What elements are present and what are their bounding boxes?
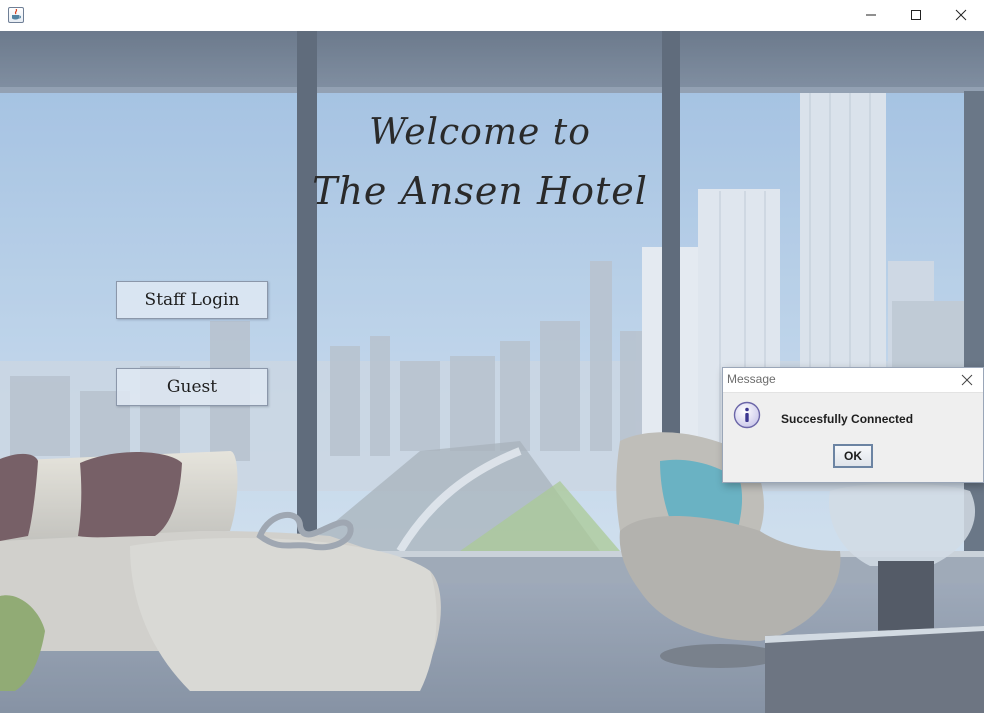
welcome-heading-line1: Welcome to bbox=[369, 112, 591, 153]
minimize-icon bbox=[866, 14, 876, 16]
java-coffee-cup-icon bbox=[8, 7, 24, 23]
close-icon bbox=[955, 9, 967, 21]
welcome-heading-line2: The Ansen Hotel bbox=[312, 169, 648, 213]
minimize-button[interactable] bbox=[848, 0, 894, 30]
title-bar[interactable] bbox=[0, 0, 984, 32]
message-dialog: Message Succesfully Connected OK bbox=[722, 367, 984, 483]
info-icon bbox=[733, 401, 761, 429]
ok-button[interactable]: OK bbox=[833, 444, 873, 468]
close-button[interactable] bbox=[938, 0, 984, 30]
dialog-title-bar[interactable]: Message bbox=[723, 368, 983, 393]
staff-login-button[interactable]: Staff Login bbox=[116, 281, 268, 319]
dialog-close-button[interactable] bbox=[959, 372, 975, 388]
close-icon bbox=[961, 374, 973, 386]
maximize-button[interactable] bbox=[893, 0, 939, 30]
dialog-title: Message bbox=[727, 372, 776, 386]
dialog-message: Succesfully Connected bbox=[781, 412, 914, 426]
guest-button[interactable]: Guest bbox=[116, 368, 268, 406]
application-window: Welcome to The Ansen Hotel Staff Login G… bbox=[0, 0, 984, 713]
maximize-icon bbox=[911, 10, 921, 20]
welcome-heading: Welcome to The Ansen Hotel bbox=[300, 110, 660, 216]
